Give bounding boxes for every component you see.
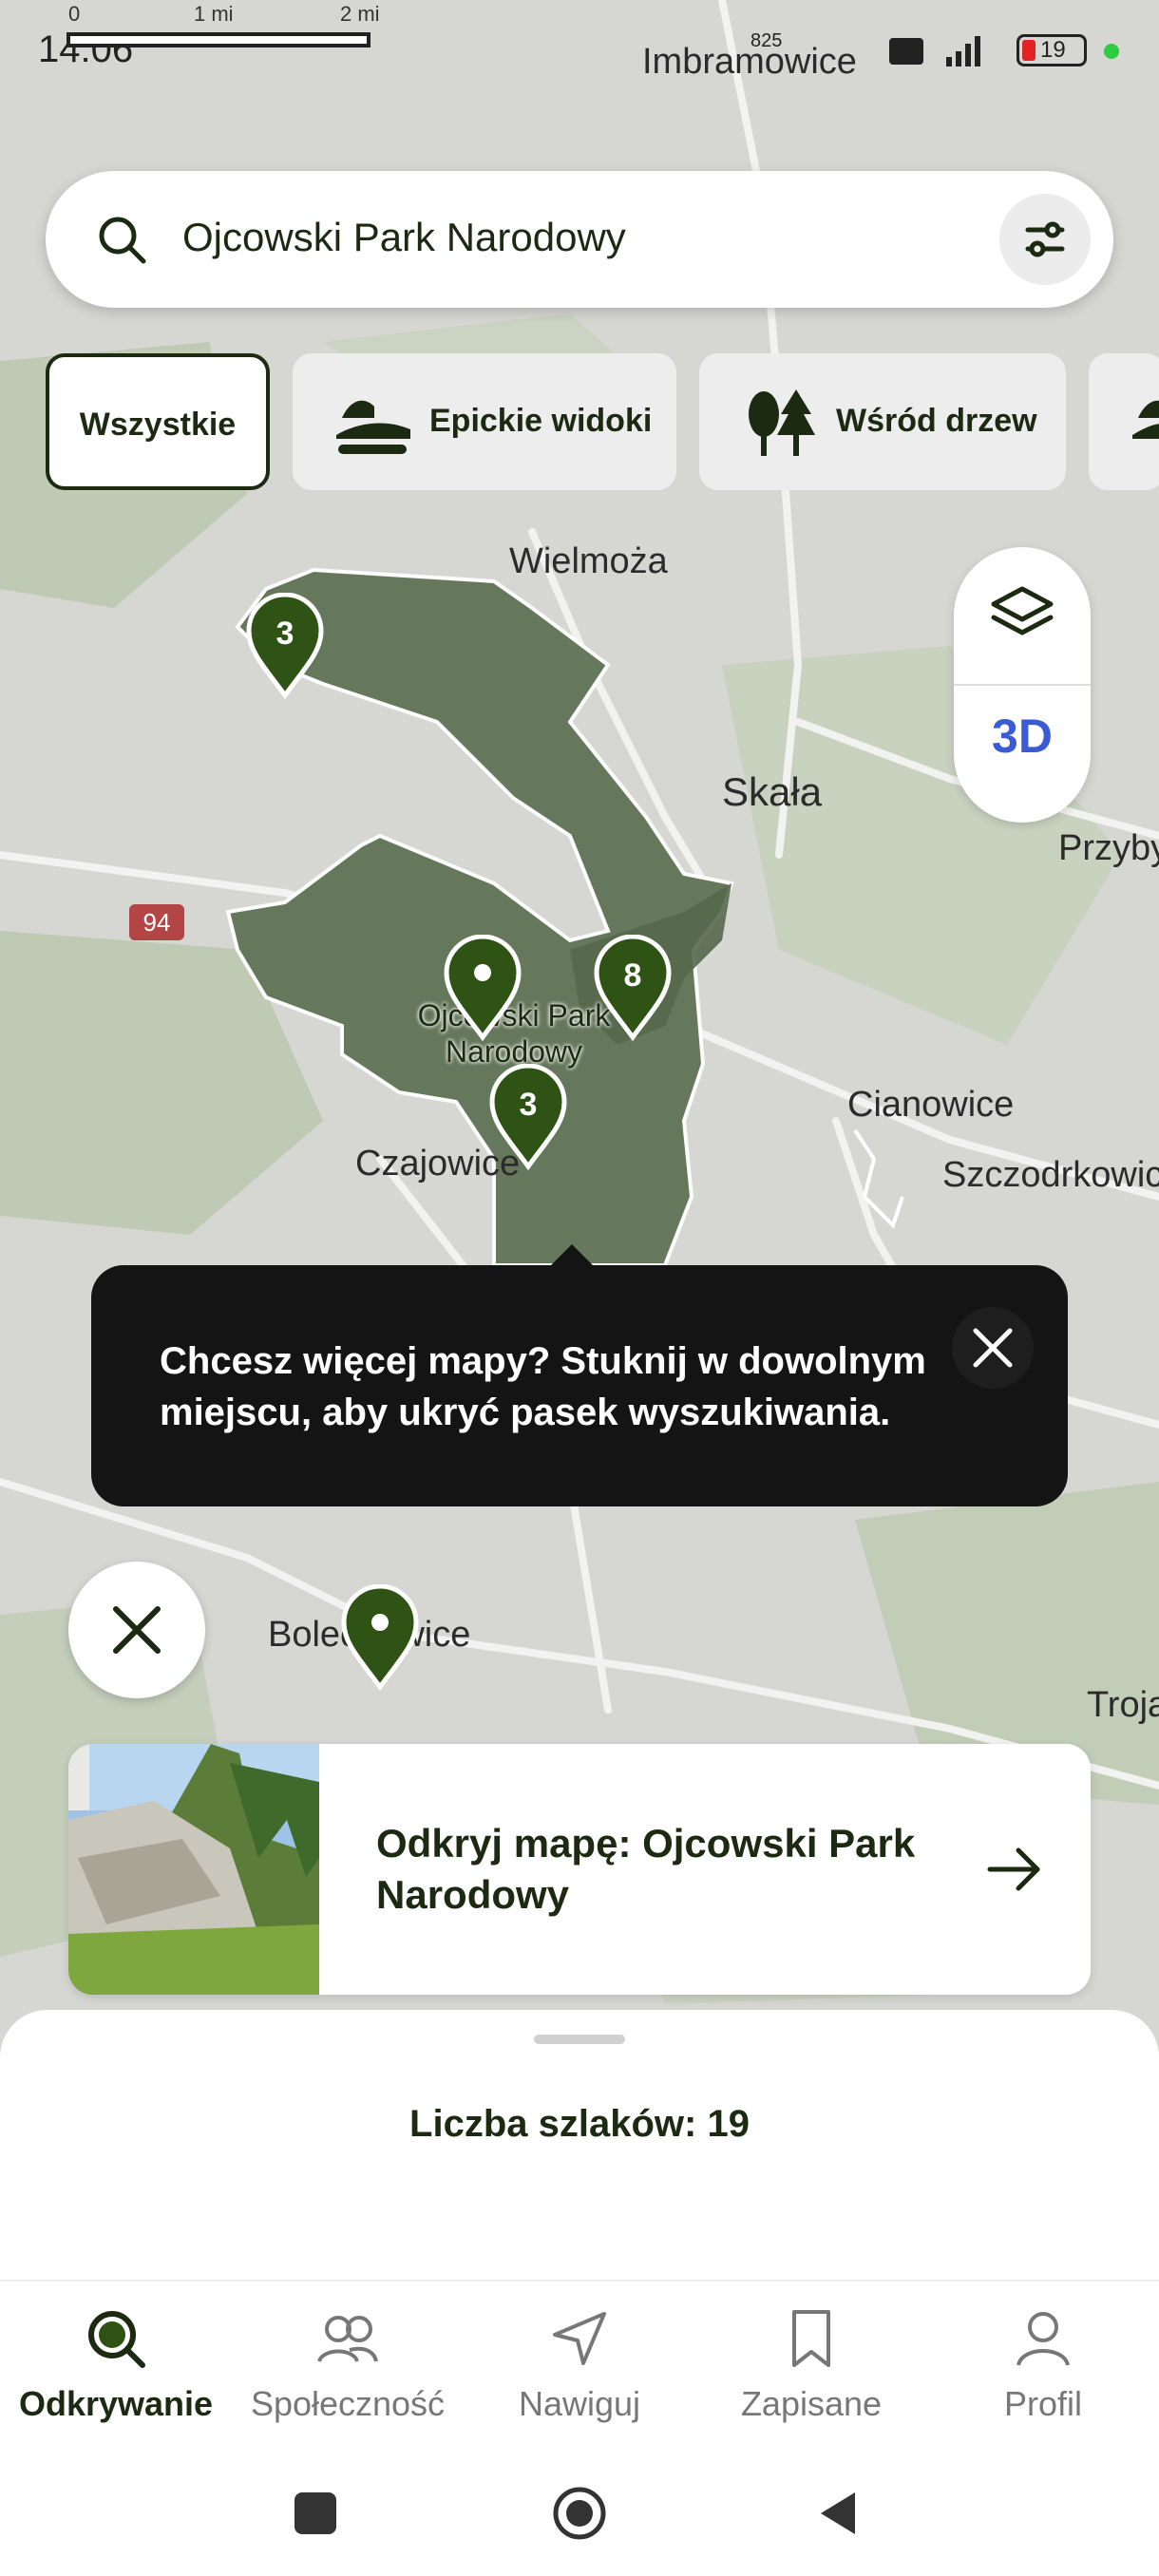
trail-pin[interactable] [340, 1584, 420, 1691]
close-button[interactable] [68, 1562, 205, 1698]
trail-cluster-pin[interactable]: 3 [488, 1064, 568, 1170]
map-label-skala: Skała [722, 769, 823, 814]
3d-toggle-button[interactable]: 3D [954, 709, 1091, 764]
search-icon [88, 2311, 145, 2368]
status-network-speed: 825 [750, 30, 783, 51]
people-icon [317, 2316, 378, 2362]
chip-epic-views-label: Epickie widoki [429, 403, 653, 439]
close-icon [973, 1328, 1013, 1368]
battery-level: 19 [1040, 37, 1066, 63]
trail-cluster-pin[interactable]: 3 [245, 593, 325, 699]
tooltip-text: Chcesz więcej mapy? Stuknij w dowolnym m… [160, 1340, 926, 1433]
map-label-wielmoza: Wielmoża [509, 541, 668, 581]
tab-navigate[interactable]: Nawiguj [464, 2282, 695, 2454]
map-label-trojanowice: Trojano [1087, 1685, 1159, 1725]
scale-line [66, 32, 370, 47]
system-nav-bar [0, 2453, 1159, 2576]
filter-button[interactable] [999, 194, 1091, 285]
tab-label: Społeczność [250, 2384, 446, 2423]
trees-icon [749, 389, 815, 456]
map-label-cianowice: Cianowice [847, 1085, 1015, 1125]
mountain-icon [1132, 400, 1159, 439]
pin-count: 3 [276, 616, 294, 652]
discover-map-card[interactable]: Odkryj mapę: Ojcowski Park Narodowy [68, 1744, 1091, 1995]
sliders-icon [1025, 221, 1065, 257]
tooltip-arrow [551, 1244, 593, 1265]
home-button[interactable] [551, 2485, 608, 2542]
tab-label: Odkrywanie [18, 2384, 214, 2423]
status-icons [889, 36, 980, 66]
chip-epic-views[interactable]: Epickie widoki [293, 353, 676, 490]
map-label-przyby: Przyby [1058, 828, 1159, 868]
bottom-sheet[interactable]: Liczba szlaków: 19 [0, 2010, 1159, 2295]
scale-label-0: 0 [68, 2, 81, 26]
layers-icon [991, 586, 1054, 635]
trail-cluster-pin[interactable]: 8 [593, 935, 673, 1041]
scale-label-2mi: 2 mi [340, 2, 380, 26]
discover-card-title: Odkryj mapę: Ojcowski Park Narodowy [376, 1821, 916, 1917]
tab-profile[interactable]: Profil [927, 2282, 1159, 2454]
bottom-tab-bar: Odkrywanie Społeczność Nawiguj Zapisane … [0, 2280, 1159, 2454]
status-dot-icon [1104, 44, 1119, 59]
controls-divider [954, 684, 1091, 686]
tab-label: Nawiguj [518, 2384, 641, 2423]
park-photo [68, 1744, 319, 1995]
map-label-szczodrkowice: Szczodrkowic [942, 1155, 1159, 1195]
tab-community[interactable]: Społeczność [232, 2282, 464, 2454]
person-icon [1016, 2312, 1070, 2366]
arrow-right-icon [987, 1847, 1040, 1891]
trail-count: Liczba szlaków: 19 [409, 2103, 750, 2145]
chip-all[interactable]: Wszystkie [46, 353, 270, 490]
pin-count: 8 [624, 957, 642, 994]
tab-label: Zapisane [740, 2384, 883, 2423]
navigate-icon [553, 2312, 606, 2365]
chip-all-label: Wszystkie [79, 407, 237, 443]
scale-label-1mi: 1 mi [194, 2, 234, 26]
tab-saved[interactable]: Zapisane [695, 2282, 927, 2454]
trail-pin[interactable] [443, 935, 522, 1041]
search-icon [99, 217, 146, 264]
layers-button[interactable] [954, 547, 1091, 684]
search-bar[interactable]: Ojcowski Park Narodowy [46, 171, 1113, 308]
tooltip: Chcesz więcej mapy? Stuknij w dowolnym m… [91, 1244, 1068, 1506]
bookmark-icon [792, 2310, 830, 2367]
tab-discover[interactable]: Odkrywanie [0, 2282, 232, 2454]
sheet-handle[interactable] [534, 2035, 625, 2044]
scale-bar: 0 1 mi 2 mi [66, 0, 380, 66]
tooltip-close-button[interactable] [952, 1307, 1034, 1389]
chip-among-trees[interactable]: Wśród drzew [699, 353, 1066, 490]
back-button[interactable] [815, 2489, 863, 2538]
close-icon [113, 1606, 161, 1654]
chip-more[interactable] [1089, 353, 1159, 490]
recents-button[interactable] [294, 2492, 336, 2534]
search-query[interactable]: Ojcowski Park Narodowy [182, 215, 626, 260]
mountain-icon [336, 400, 410, 454]
battery-icon: 19 [1016, 34, 1087, 66]
map-controls: 3D [954, 547, 1091, 823]
road-94-label: 94 [143, 908, 171, 937]
chip-among-trees-label: Wśród drzew [836, 403, 1037, 439]
pin-count: 3 [520, 1087, 538, 1123]
tab-label: Profil [1003, 2384, 1083, 2423]
